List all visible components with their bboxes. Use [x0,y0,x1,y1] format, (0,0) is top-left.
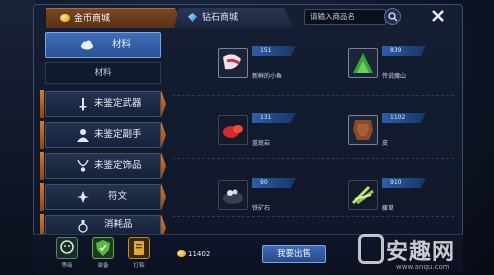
close-icon[interactable] [430,8,446,24]
gold-coin-icon [60,14,70,22]
potion-icon [78,220,88,233]
item-name: 皮 [382,140,389,147]
shop-item[interactable]: 151 新鲜的小鱼 [218,46,344,94]
leather-icon [348,115,378,145]
rune-icon [77,191,89,203]
sword-icon [79,98,87,111]
sidebar-item-consumables[interactable]: 消耗品 [45,215,161,235]
sidebar-item-unidentified-weapon[interactable]: 未鉴定武器 [45,91,161,117]
search-button[interactable] [384,8,401,25]
green-mountain-icon [348,48,378,78]
tab-gold-shop[interactable]: 金币商城 [46,8,186,28]
sidebar-item-label: 材料 [112,39,132,50]
face-icon[interactable] [56,237,78,259]
fish-icon [218,48,248,78]
sidebar-item-label: 符文 [108,191,128,202]
red-ore-icon [218,115,248,145]
item-name: 传说魔山 [382,73,407,80]
price-tag: 131 [252,113,296,123]
item-name: 铁矿石 [252,205,271,212]
search-input[interactable]: 请输入商品名 [304,9,386,25]
sidebar-item-unidentified-offhand[interactable]: 未鉴定副手 [45,122,161,148]
price-tag: 1102 [382,113,426,123]
iron-ore-icon [218,180,248,210]
watermark-url: www.anqu.com [396,263,450,271]
price-tag: 839 [382,46,426,56]
gold-amount: 11402 [188,250,211,258]
shop-item[interactable]: 131 蓝斑岩 [218,113,344,161]
sidebar-accent-left [40,183,44,211]
sidebar-item-runes[interactable]: 符文 [45,184,161,210]
sidebar-item-label: 未鉴定武器 [94,98,142,109]
sidebar-accent-left [40,121,44,149]
necklace-icon [77,159,89,172]
shop-item[interactable]: 839 传说魔山 [348,46,474,94]
sidebar-item-label: 消耗品 [104,219,133,230]
price-tag: 151 [252,46,296,56]
shop-item[interactable]: 90 铁矿石 [218,178,344,226]
item-name: 藤草 [382,205,395,212]
shield-icon[interactable] [92,237,114,259]
watermark-text: 安趣网 [386,240,456,265]
scroll-icon[interactable] [128,237,150,259]
row-separator [172,95,454,96]
sidebar-item-label: 未鉴定饰品 [94,160,142,171]
diamond-icon [188,13,197,22]
equipment-label: 装备 [97,263,109,269]
sidebar-accent-left [40,152,44,180]
tab-gold-shop-label: 金币商城 [74,14,111,24]
gold-coin-icon [177,250,186,257]
level-label: 等级 [61,263,73,269]
herb-icon [348,180,378,210]
sidebar-subheading: 材料 [45,62,161,84]
sidebar-item-label: 未鉴定副手 [94,129,142,140]
background-left-strip [0,0,36,275]
sidebar-accent-left [40,90,44,118]
shop-item[interactable]: 910 藤草 [348,178,474,226]
tab-diamond-shop[interactable]: 钻石商城 [174,8,294,28]
person-icon [77,129,89,142]
price-tag: 910 [382,178,426,188]
sidebar-item-unidentified-accessory[interactable]: 未鉴定饰品 [45,153,161,179]
sidebar-item-materials[interactable]: 材料 [45,32,161,58]
watermark-logo-icon [358,234,384,264]
price-tag: 90 [252,178,296,188]
shop-item[interactable]: 1102 皮 [348,113,474,161]
scroll-label: 打稿 [133,263,145,269]
tab-diamond-shop-label: 钻石商城 [202,13,239,23]
item-name: 蓝斑岩 [252,140,271,147]
item-name: 新鲜的小鱼 [252,73,283,80]
cloud-icon [81,40,93,50]
sell-button[interactable]: 我要出售 [262,245,326,263]
search-icon [388,12,398,22]
